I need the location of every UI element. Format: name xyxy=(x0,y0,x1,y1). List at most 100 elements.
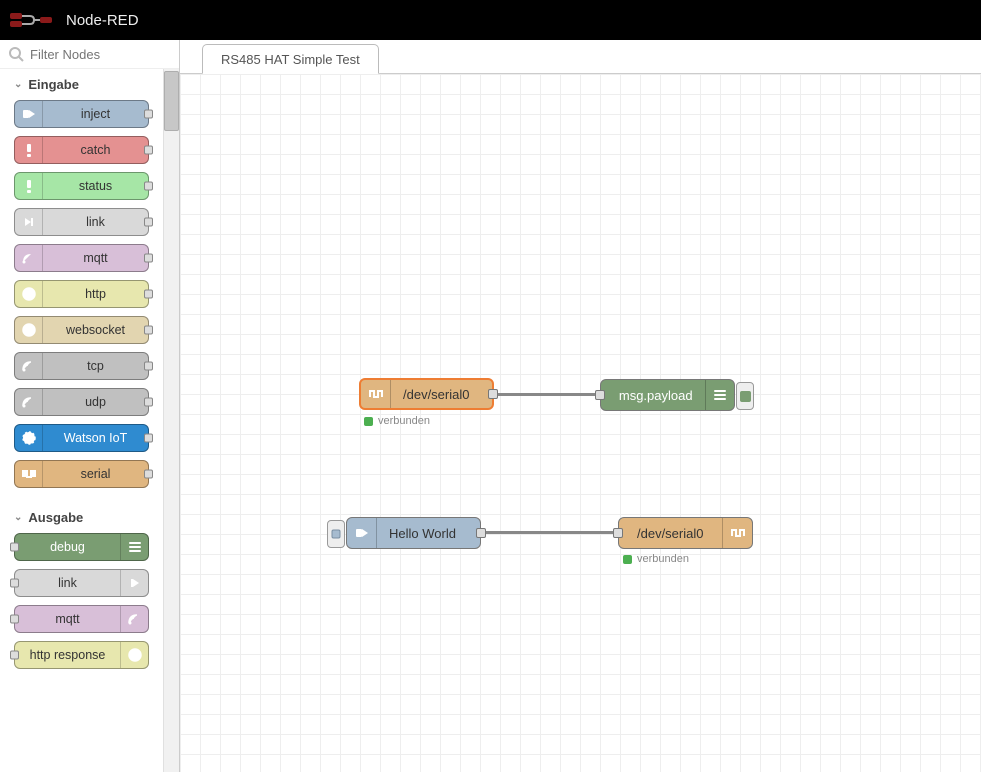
palette-node-websocket-in[interactable]: websocket xyxy=(14,316,149,344)
flow-wire[interactable] xyxy=(492,393,602,396)
palette-node-label: status xyxy=(43,179,148,193)
node-port xyxy=(10,651,19,660)
palette-node-catch[interactable]: catch xyxy=(14,136,149,164)
palette-node-serial-in[interactable]: serial xyxy=(14,460,149,488)
palette-sidebar: ⌄ Eingabe inject c xyxy=(0,40,180,772)
palette-node-http-response[interactable]: http response xyxy=(14,641,149,669)
bridge-icon xyxy=(120,606,148,632)
palette-node-label: http xyxy=(43,287,148,301)
palette-node-label: mqtt xyxy=(43,251,148,265)
palette-category-input[interactable]: ⌄ Eingabe xyxy=(0,69,163,100)
node-port xyxy=(144,254,153,263)
category-label: Ausgabe xyxy=(28,510,83,525)
node-port xyxy=(144,146,153,155)
serial-icon xyxy=(361,380,391,408)
category-label: Eingabe xyxy=(28,77,79,92)
node-input-port[interactable] xyxy=(613,528,623,538)
palette-node-label: mqtt xyxy=(15,612,120,626)
flow-node-status: verbunden xyxy=(623,553,689,565)
node-port xyxy=(10,543,19,552)
node-output-port[interactable] xyxy=(488,389,498,399)
tab-active[interactable]: RS485 HAT Simple Test xyxy=(202,44,379,74)
debug-icon xyxy=(120,534,148,560)
palette-scroll[interactable]: ⌄ Eingabe inject c xyxy=(0,69,163,772)
node-output-port[interactable] xyxy=(476,528,486,538)
palette-node-status[interactable]: status xyxy=(14,172,149,200)
alert-icon xyxy=(15,137,43,163)
palette-node-label: link xyxy=(43,215,148,229)
palette-scrollbar[interactable] xyxy=(163,69,179,772)
palette-node-label: http response xyxy=(15,648,120,662)
node-port xyxy=(144,362,153,371)
node-port xyxy=(144,470,153,479)
flow-node-serial-in[interactable]: /dev/serial0 xyxy=(359,378,494,410)
palette-node-http-in[interactable]: http xyxy=(14,280,149,308)
palette-search-input[interactable] xyxy=(30,47,171,62)
inject-trigger-button[interactable] xyxy=(327,520,345,548)
serial-icon xyxy=(722,518,752,548)
status-text: verbunden xyxy=(378,415,430,427)
palette-node-label: Watson IoT xyxy=(43,431,148,445)
status-dot-icon xyxy=(364,417,373,426)
workspace: RS485 HAT Simple Test /dev/serial0 verbu… xyxy=(180,40,981,772)
flow-wire[interactable] xyxy=(480,531,620,534)
palette-node-label: tcp xyxy=(43,359,148,373)
palette-node-label: debug xyxy=(15,540,120,554)
bridge-icon xyxy=(15,389,43,415)
flow-node-serial-out[interactable]: /dev/serial0 xyxy=(618,517,753,549)
link-icon xyxy=(15,209,43,235)
debug-toggle-button[interactable] xyxy=(736,382,754,410)
node-port xyxy=(10,579,19,588)
palette-node-udp-in[interactable]: udp xyxy=(14,388,149,416)
alert-icon xyxy=(15,173,43,199)
app-title: Node-RED xyxy=(66,12,139,29)
node-port xyxy=(144,110,153,119)
node-port xyxy=(144,434,153,443)
chevron-down-icon: ⌄ xyxy=(14,512,22,523)
node-port xyxy=(144,398,153,407)
node-port xyxy=(144,182,153,191)
palette-node-watson-iot[interactable]: Watson IoT xyxy=(14,424,149,452)
palette-node-mqtt-out[interactable]: mqtt xyxy=(14,605,149,633)
flow-node-label: /dev/serial0 xyxy=(391,387,492,402)
chevron-down-icon: ⌄ xyxy=(14,79,22,90)
globe-icon xyxy=(120,642,148,668)
palette-node-debug[interactable]: debug xyxy=(14,533,149,561)
palette-node-label: catch xyxy=(43,143,148,157)
node-port xyxy=(144,290,153,299)
flow-node-debug[interactable]: msg.payload xyxy=(600,379,735,411)
node-input-port[interactable] xyxy=(595,390,605,400)
status-text: verbunden xyxy=(637,553,689,565)
app-logo-icon xyxy=(10,11,54,29)
palette-node-inject[interactable]: inject xyxy=(14,100,149,128)
search-icon xyxy=(8,46,24,62)
flow-node-label: Hello World xyxy=(377,526,480,541)
palette-node-label: link xyxy=(15,576,120,590)
palette-node-link-out[interactable]: link xyxy=(14,569,149,597)
palette-node-label: inject xyxy=(43,107,148,121)
bridge-icon xyxy=(15,353,43,379)
link-icon xyxy=(120,570,148,596)
palette-node-label: udp xyxy=(43,395,148,409)
flow-node-inject[interactable]: Hello World xyxy=(346,517,481,549)
flow-node-status: verbunden xyxy=(364,415,430,427)
palette-node-label: websocket xyxy=(43,323,148,337)
palette-node-tcp-in[interactable]: tcp xyxy=(14,352,149,380)
node-port xyxy=(144,218,153,227)
debug-icon xyxy=(705,380,734,410)
inject-icon xyxy=(15,101,43,127)
node-port xyxy=(10,615,19,624)
status-dot-icon xyxy=(623,555,632,564)
palette-search[interactable] xyxy=(0,40,179,69)
flow-node-label: msg.payload xyxy=(607,388,705,403)
palette-node-label: serial xyxy=(43,467,148,481)
bridge-icon xyxy=(15,245,43,271)
node-port xyxy=(144,326,153,335)
palette-node-mqtt-in[interactable]: mqtt xyxy=(14,244,149,272)
flow-canvas[interactable]: /dev/serial0 verbunden msg.payload xyxy=(180,74,981,772)
palette-node-link-in[interactable]: link xyxy=(14,208,149,236)
globe-icon xyxy=(15,317,43,343)
palette-category-output[interactable]: ⌄ Ausgabe xyxy=(0,502,163,533)
app-header: Node-RED xyxy=(0,0,981,40)
globe-icon xyxy=(15,281,43,307)
